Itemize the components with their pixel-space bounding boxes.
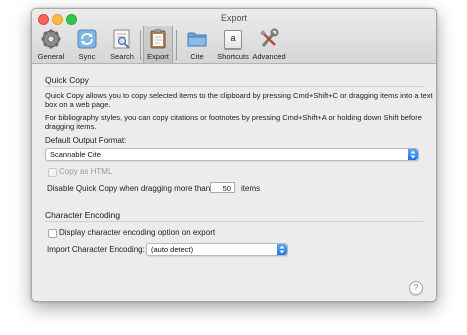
export-clipboard-icon — [150, 29, 166, 49]
section-divider — [45, 221, 423, 222]
import-encoding-select[interactable]: (auto detect) — [146, 243, 288, 256]
bibliography-description-line2: dragging items. — [45, 122, 97, 131]
toolbar-separator — [176, 30, 177, 60]
tab-shortcuts-label: Shortcuts — [217, 52, 249, 61]
select-arrows-icon — [277, 244, 287, 255]
export-pane: Quick Copy Quick Copy allows you to copy… — [32, 64, 436, 301]
tools-icon — [260, 28, 279, 47]
title-bar: Export General Sync Search Export Cite a… — [32, 9, 436, 64]
gear-icon — [41, 29, 61, 49]
bibliography-description-line1: For bibliography styles, you can copy ci… — [45, 113, 422, 122]
tab-advanced-label: Advanced — [252, 52, 286, 61]
copy-as-html-label: Copy as HTML — [59, 167, 113, 176]
search-icon — [113, 29, 130, 49]
disable-quick-copy-label: Disable Quick Copy when dragging more th… — [47, 184, 211, 193]
preferences-window: Export General Sync Search Export Cite a… — [31, 8, 437, 302]
window-title: Export — [220, 13, 247, 23]
import-encoding-value: (auto detect) — [151, 245, 194, 254]
help-button[interactable]: ? — [409, 281, 423, 295]
tab-advanced[interactable]: Advanced — [252, 26, 286, 63]
quick-copy-heading: Quick Copy — [45, 75, 89, 85]
default-output-format-label: Default Output Format: — [45, 136, 127, 145]
drag-limit-unit: items — [241, 184, 261, 193]
toolbar-separator — [140, 30, 141, 60]
tab-sync-label: Sync — [78, 52, 96, 61]
tab-sync[interactable]: Sync — [72, 26, 102, 63]
tab-general-label: General — [37, 52, 65, 61]
folder-icon — [187, 32, 207, 47]
copy-as-html-checkbox[interactable] — [48, 168, 57, 177]
import-encoding-label: Import Character Encoding: — [47, 245, 145, 254]
keyboard-key-glyph: a — [230, 33, 236, 43]
quick-copy-description-line2: box on a web page. — [45, 100, 111, 109]
display-encoding-option-label: Display character encoding option on exp… — [59, 228, 216, 237]
tab-search[interactable]: Search — [107, 26, 137, 63]
tab-search-label: Search — [110, 52, 134, 61]
display-encoding-option-checkbox[interactable] — [48, 229, 57, 238]
default-output-format-select[interactable]: Scannable Cite — [45, 148, 419, 161]
select-arrows-icon — [408, 149, 418, 160]
tab-export-label: Export — [147, 52, 169, 61]
tab-shortcuts[interactable]: a Shortcuts — [216, 26, 250, 63]
sync-icon — [77, 29, 97, 49]
tab-cite[interactable]: Cite — [182, 26, 212, 63]
tab-export[interactable]: Export — [143, 26, 173, 63]
tab-general[interactable]: General — [36, 26, 66, 63]
tab-cite-label: Cite — [190, 52, 204, 61]
section-divider — [45, 86, 423, 87]
drag-limit-input[interactable]: 50 — [210, 182, 235, 193]
character-encoding-heading: Character Encoding — [45, 210, 121, 220]
default-output-format-value: Scannable Cite — [50, 150, 101, 159]
keyboard-key-icon: a — [224, 30, 242, 49]
